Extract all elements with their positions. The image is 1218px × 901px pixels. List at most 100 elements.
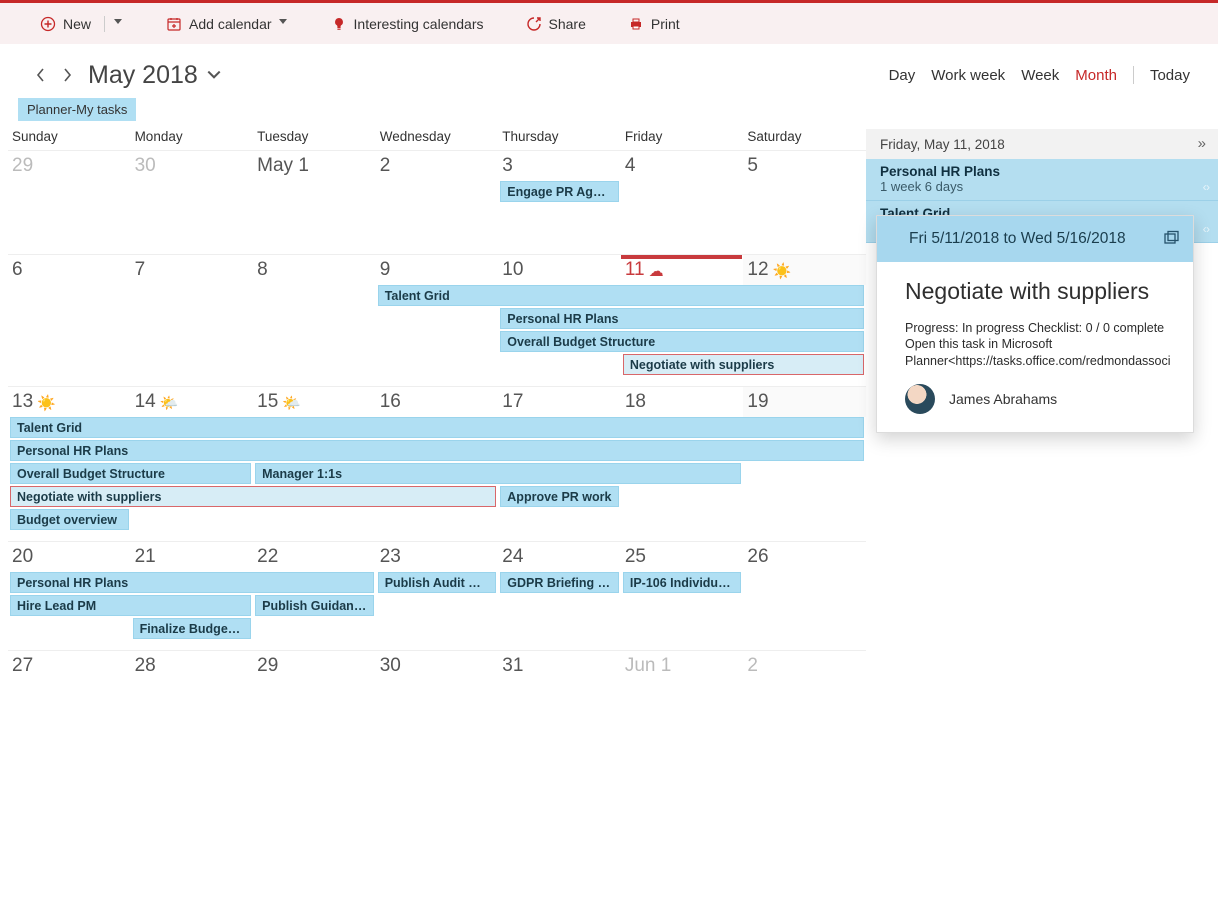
calendar-event[interactable]: Overall Budget Structure [500,331,864,352]
calendar-event[interactable]: Engage PR Agency [500,181,619,202]
agenda-item-duration: 1 week 6 days [880,179,1204,194]
plus-circle-icon [40,16,56,32]
day-cell[interactable]: 11☁ [621,255,744,285]
day-cell[interactable]: 29 [8,151,131,181]
calendar-event[interactable]: Personal HR Plans [10,572,374,593]
next-month-button[interactable] [54,60,80,90]
nav-arrows-icon[interactable]: ‹ › [1203,222,1208,236]
view-day[interactable]: Day [889,67,916,84]
day-cell[interactable]: 29 [253,651,376,681]
print-label: Print [651,16,680,32]
add-calendar-button[interactable]: Add calendar [156,10,299,38]
agenda-item[interactable]: Personal HR Plans1 week 6 days‹ › [866,159,1218,201]
lightbulb-icon [331,16,347,32]
agenda-item-title: Personal HR Plans [880,164,1204,179]
day-cell[interactable]: 26 [743,542,866,572]
day-cell[interactable]: 25 [621,542,744,572]
interesting-label: Interesting calendars [354,16,484,32]
day-cell[interactable]: 5 [743,151,866,181]
day-cell[interactable]: 22 [253,542,376,572]
day-cell[interactable]: 17 [498,387,621,417]
calendar-add-icon [166,16,182,32]
day-cell[interactable]: 28 [131,651,254,681]
day-cell[interactable]: 23 [376,542,499,572]
day-cell[interactable]: 2 [743,651,866,681]
print-button[interactable]: Print [618,10,690,38]
add-calendar-label: Add calendar [189,16,272,32]
interesting-calendars-button[interactable]: Interesting calendars [321,10,494,38]
day-cell[interactable]: 15🌤️ [253,387,376,417]
month-picker[interactable]: May 2018 [88,61,222,90]
day-cell[interactable]: 3 [498,151,621,181]
day-header: Wednesday [376,129,499,144]
chevron-down-icon[interactable] [279,19,289,29]
calendar-event[interactable]: Publish Audit Deta [378,572,497,593]
day-cell[interactable]: 6 [8,255,131,285]
day-cell[interactable]: 31 [498,651,621,681]
view-month[interactable]: Month [1075,67,1117,84]
day-cell[interactable]: 8 [253,255,376,285]
calendar-event[interactable]: GDPR Briefing for . [500,572,619,593]
new-button[interactable]: New [30,10,134,38]
day-cell[interactable]: 4 [621,151,744,181]
day-cell[interactable]: 20 [8,542,131,572]
popup-header: Fri 5/11/2018 to Wed 5/16/2018 [877,216,1193,262]
calendar-filter-row: Planner-My tasks [0,94,1218,129]
day-cell[interactable]: 18 [621,387,744,417]
calendar-event[interactable]: Approve PR work [500,486,619,507]
day-cell[interactable]: 19 [743,387,866,417]
day-cell[interactable]: 7 [131,255,254,285]
day-cell[interactable]: Jun 1 [621,651,744,681]
calendar-event[interactable]: Budget overview [10,509,129,530]
chevron-down-icon[interactable] [114,19,124,29]
day-cell[interactable]: 12☀️ [743,255,866,285]
nav-arrows-icon[interactable]: ‹ › [1203,180,1208,194]
view-switcher: Day Work week Week Month Today [889,66,1190,84]
day-cell[interactable]: 16 [376,387,499,417]
day-header: Tuesday [253,129,376,144]
day-cell[interactable]: 21 [131,542,254,572]
calendar-event[interactable]: Manager 1:1s [255,463,741,484]
day-cell[interactable]: 30 [376,651,499,681]
calendar-event[interactable]: Negotiate with suppliers [10,486,496,507]
calendar-event[interactable]: Personal HR Plans [500,308,864,329]
calendar-event[interactable]: IP-106 Individual P. [623,572,742,593]
calendar-event[interactable]: Publish Guidance t [255,595,374,616]
day-header: Sunday [8,129,131,144]
calendar-event[interactable]: Negotiate with suppliers [623,354,864,375]
sun-cloud-icon: 🌤️ [282,395,301,412]
view-workweek[interactable]: Work week [931,67,1005,84]
day-cell[interactable]: 10 [498,255,621,285]
view-week[interactable]: Week [1021,67,1059,84]
day-cell[interactable]: May 1 [253,151,376,181]
day-cell[interactable]: 24 [498,542,621,572]
day-cell[interactable]: 13☀️ [8,387,131,417]
popup-description: Progress: In progress Checklist: 0 / 0 c… [905,320,1169,371]
cloud-icon: ☁ [649,263,664,280]
day-cell[interactable]: 27 [8,651,131,681]
divider [104,16,105,32]
share-button[interactable]: Share [516,10,596,38]
day-cell[interactable]: 14🌤️ [131,387,254,417]
calendar-event[interactable]: Finalize Budget Re [133,618,252,639]
calendar-chip[interactable]: Planner-My tasks [18,98,136,121]
calendar-event[interactable]: Personal HR Plans [10,440,864,461]
calendar-header: May 2018 Day Work week Week Month Today [0,44,1218,94]
day-cell[interactable]: 2 [376,151,499,181]
chevron-down-icon [206,69,222,81]
agenda-header: Friday, May 11, 2018 » [866,129,1218,159]
view-today[interactable]: Today [1150,67,1190,84]
calendar-event[interactable]: Talent Grid [10,417,864,438]
calendar-event[interactable]: Hire Lead PM [10,595,251,616]
day-cell[interactable]: 30 [131,151,254,181]
calendar-event[interactable]: Talent Grid [378,285,864,306]
new-label: New [63,16,91,32]
sun-cloud-icon: 🌤️ [160,395,179,412]
collapse-panel-button[interactable]: » [1198,135,1206,152]
avatar [905,384,935,414]
assignee-name: James Abrahams [949,391,1057,407]
day-cell[interactable]: 9 [376,255,499,285]
calendar-event[interactable]: Overall Budget Structure [10,463,251,484]
open-in-window-icon[interactable] [1163,230,1179,246]
prev-month-button[interactable] [28,60,54,90]
